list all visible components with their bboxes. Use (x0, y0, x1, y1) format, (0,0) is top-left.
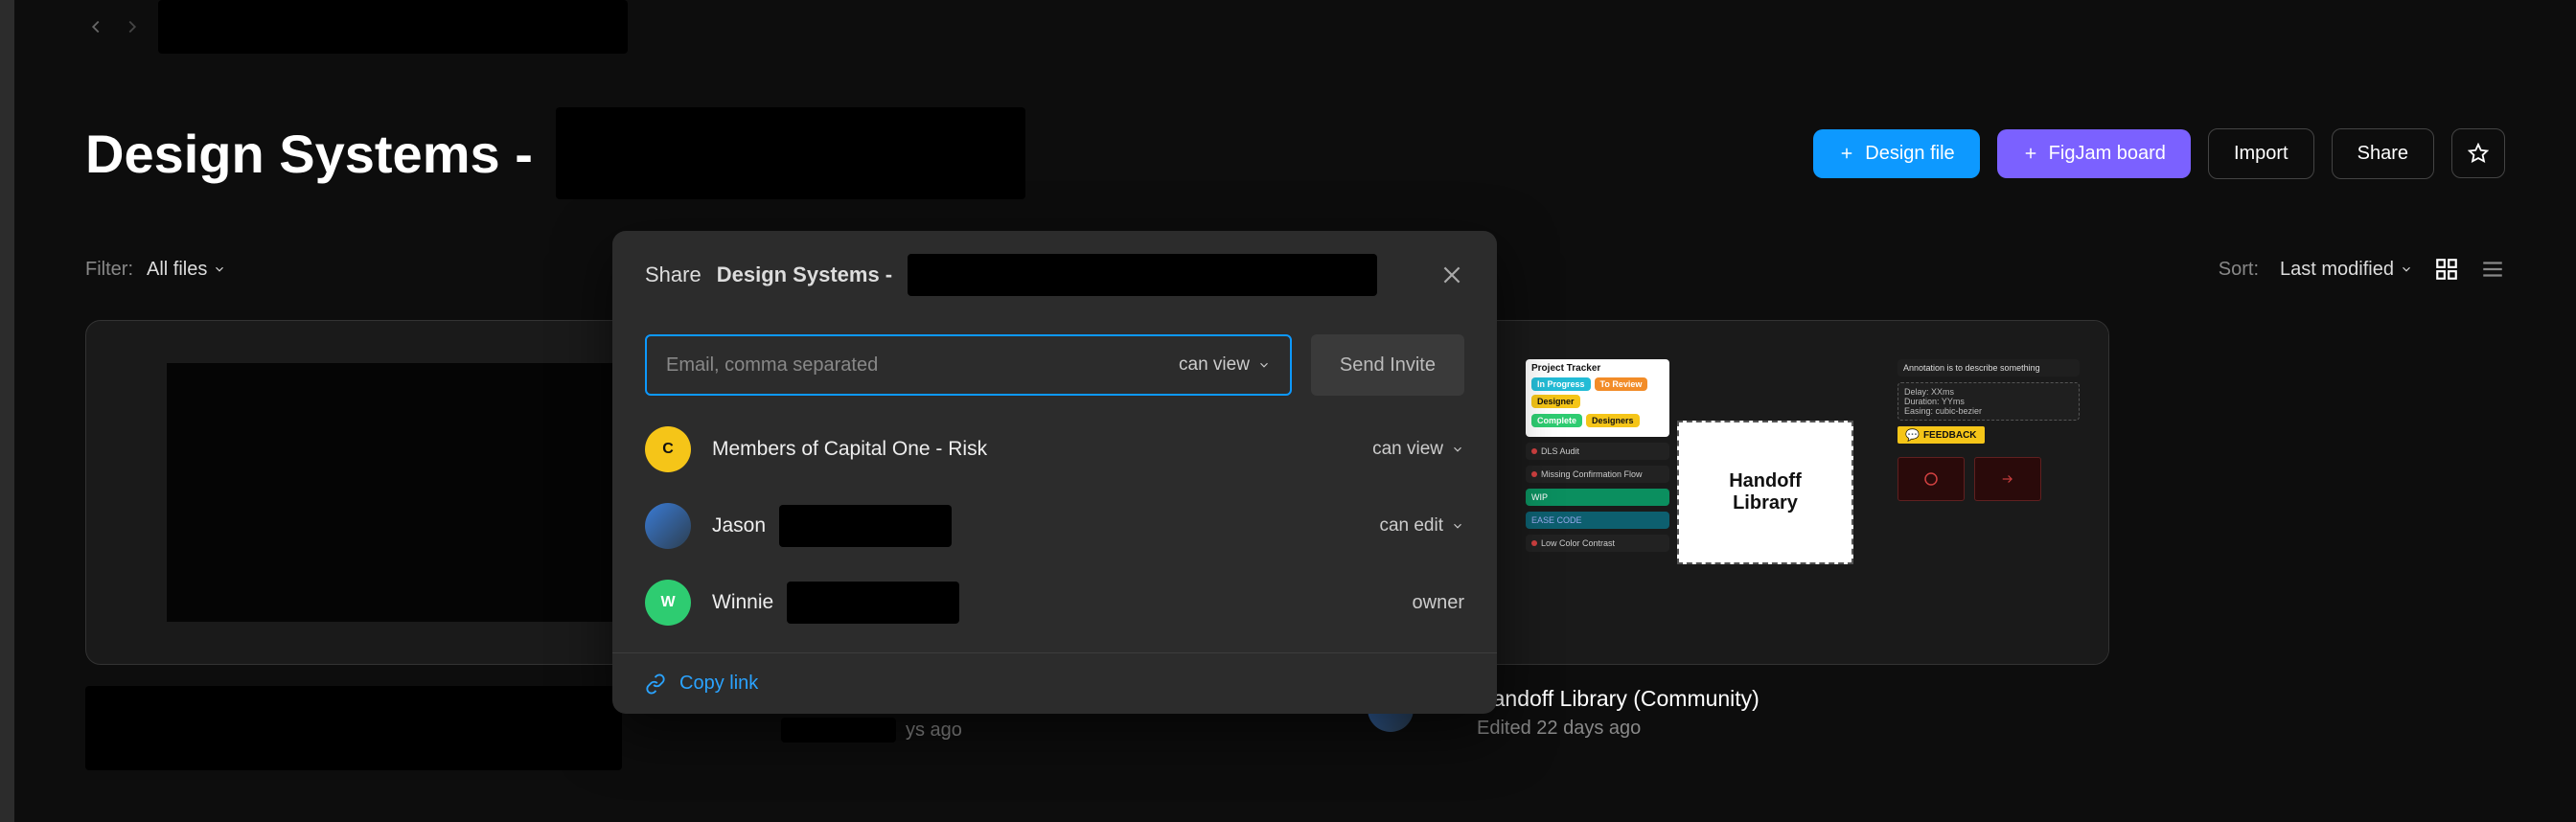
user-name: Winnie (712, 591, 773, 614)
invite-permission-dropdown[interactable]: can view (1179, 354, 1271, 376)
member-name: Members of Capital One - Risk (712, 438, 987, 461)
close-icon[interactable] (1439, 263, 1464, 287)
email-field-wrap[interactable]: can view (645, 334, 1292, 396)
modal-title-redacted (908, 254, 1377, 296)
email-input[interactable] (666, 354, 1179, 377)
share-row-user: Jason can edit (645, 488, 1464, 564)
copy-link-button[interactable]: Copy link (645, 673, 1464, 695)
chevron-down-icon (1451, 443, 1464, 456)
modal-overlay: Share Design Systems - can view Send Inv… (0, 0, 2576, 822)
share-modal: Share Design Systems - can view Send Inv… (612, 231, 1497, 714)
chevron-down-icon (1451, 519, 1464, 533)
share-row-user: W Winnie owner (645, 564, 1464, 641)
share-row-members: C Members of Capital One - Risk can view (645, 411, 1464, 488)
send-invite-label: Send Invite (1340, 354, 1436, 376)
modal-title: Share Design Systems - (645, 254, 1377, 296)
avatar: W (645, 580, 691, 626)
permission-dropdown[interactable]: can view (1372, 439, 1464, 460)
avatar: C (645, 426, 691, 472)
permission-dropdown[interactable]: can edit (1379, 515, 1464, 537)
copy-link-label: Copy link (679, 673, 758, 695)
send-invite-button[interactable]: Send Invite (1311, 334, 1464, 396)
modal-title-prefix: Share (645, 263, 702, 287)
modal-title-strong: Design Systems - (717, 263, 892, 287)
user-name-redacted (787, 582, 959, 624)
chevron-down-icon (1257, 358, 1271, 372)
avatar (645, 503, 691, 549)
user-name: Jason (712, 514, 766, 537)
user-name-redacted (779, 505, 952, 547)
link-icon (645, 674, 666, 695)
owner-label: owner (1413, 592, 1464, 614)
